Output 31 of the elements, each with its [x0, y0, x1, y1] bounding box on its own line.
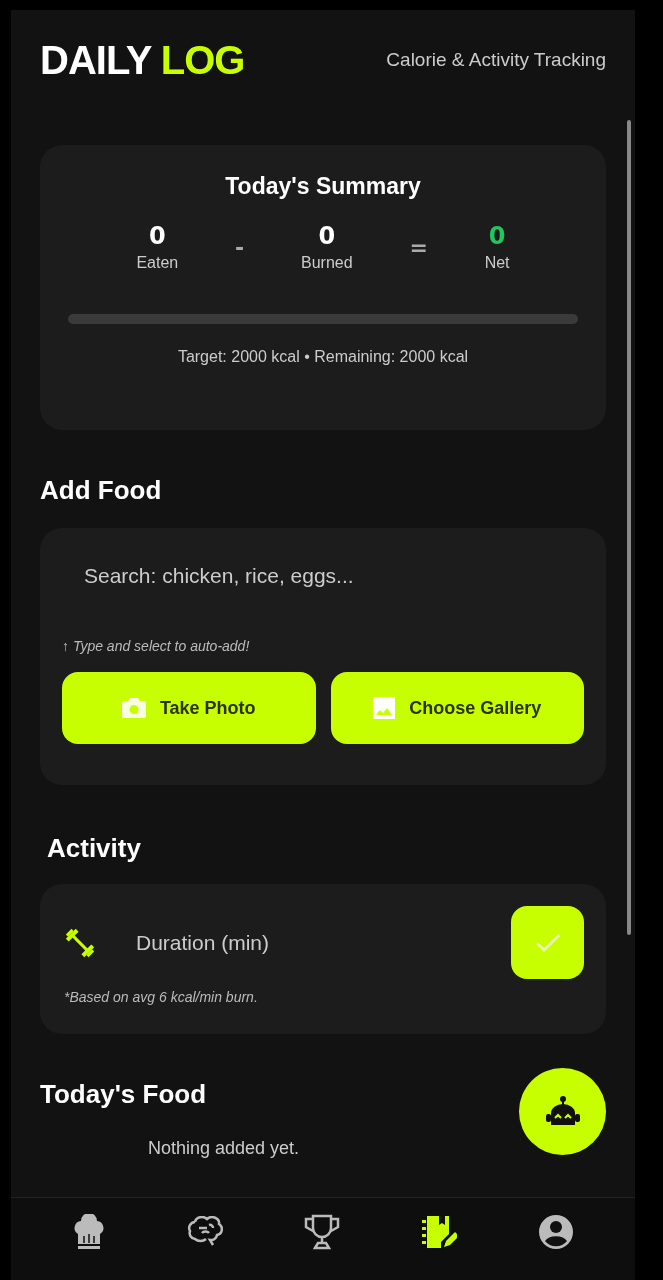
- note-text: *Based on avg 6 kcal/min burn.: [64, 989, 259, 1005]
- stat-label: Eaten: [136, 254, 179, 272]
- app-subtitle: Calorie & Activity Tracking: [386, 49, 606, 71]
- target-text: Target: 2000 kcal • Remaining: 2000 kcal: [176, 348, 470, 366]
- section-heading: Activity: [47, 833, 142, 864]
- stat-value: 0: [488, 222, 506, 250]
- gallery-button[interactable]: Choose Gallery: [330, 672, 584, 744]
- empty-message: Nothing added yet.: [147, 1138, 301, 1159]
- stat-value: 0: [318, 222, 336, 250]
- summary-title: Today's Summary: [224, 173, 422, 200]
- trophy-icon: [303, 1214, 340, 1250]
- check-icon: [534, 932, 561, 953]
- notebook-pencil-icon: [421, 1214, 458, 1250]
- stat-value: 0: [148, 222, 166, 250]
- image-icon: [373, 697, 396, 719]
- dumbbell-icon: [64, 926, 96, 959]
- operator-sign: -: [235, 234, 245, 260]
- duration-field[interactable]: Duration (min): [134, 929, 511, 956]
- camera-icon: [121, 697, 146, 719]
- take-photo-button[interactable]: Take Photo: [62, 672, 316, 744]
- confirm-button[interactable]: [511, 906, 584, 979]
- stat-label: Burned: [301, 254, 353, 272]
- operator-sign: =: [409, 234, 428, 260]
- hint-text: ↑ Type and select to auto-add!: [62, 638, 251, 654]
- section-heading: Today's Food: [40, 1079, 208, 1110]
- app-logo: DAILY LOG: [40, 37, 245, 83]
- scrollbar[interactable]: [627, 120, 631, 935]
- profile-icon: [538, 1214, 575, 1250]
- stat-label: Net: [484, 254, 510, 272]
- section-heading: Add Food: [40, 475, 163, 506]
- search-field[interactable]: Search: chicken, rice, eggs...: [62, 550, 584, 602]
